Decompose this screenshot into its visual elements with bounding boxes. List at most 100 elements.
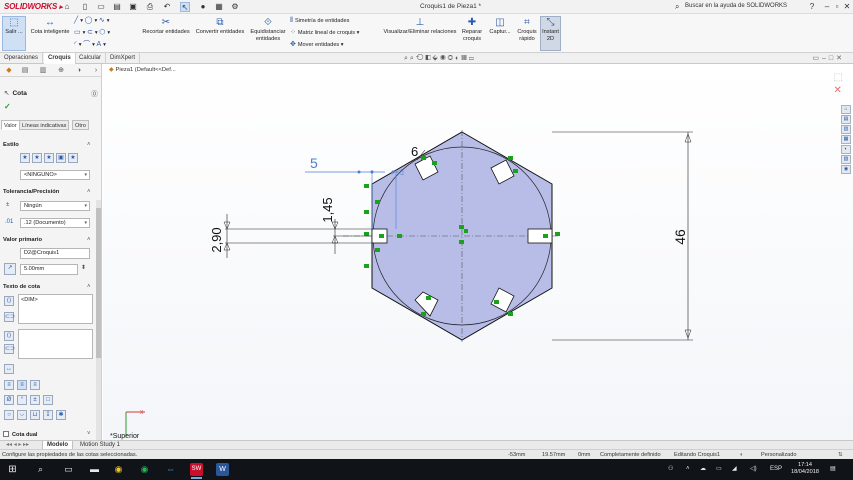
print-preview-icon[interactable]: ⎙ (145, 2, 155, 12)
section-view-icon[interactable]: ◧ (425, 55, 432, 62)
word-icon[interactable]: W (216, 463, 229, 476)
previous-view-icon[interactable]: ⟲ (416, 55, 426, 62)
ok-check-icon[interactable]: ✓ (4, 102, 11, 111)
help-question-icon[interactable]: ? (806, 1, 818, 13)
rectangle-tool[interactable]: ▭ ▾ ⊂ ▾ ⬡ ▾ (74, 29, 110, 37)
precision-dropdown[interactable]: .12 (Documento) ▾ (20, 218, 90, 228)
cota-dual-checkbox[interactable]: Cota dual (3, 431, 37, 438)
counterbore-symbol-icon[interactable]: ⌵ (17, 410, 27, 420)
select-arrow-icon[interactable]: ↖ (180, 2, 190, 12)
dim-46-label[interactable]: 46 (672, 229, 688, 245)
dim-text-bottom-area[interactable] (18, 329, 93, 359)
arc-tool[interactable]: ◜ ▾ ⌒ ▾ A ▾ (74, 41, 106, 49)
capture-button[interactable]: ◫ Captur... (487, 17, 513, 36)
dim-text-top-area[interactable]: <DIM> (18, 294, 93, 324)
solidworks-logo[interactable]: SOLIDWORKS ▸ (4, 2, 63, 11)
move-entities-button[interactable]: ✥ Mover entidades ▾ (290, 41, 344, 49)
windows-start-icon[interactable]: ⊞ (6, 463, 19, 476)
depth-symbol-icon[interactable]: ↧ (43, 410, 53, 420)
more-symbols-icon[interactable]: ✱ (56, 410, 66, 420)
solidworks-taskbar-icon[interactable]: SW (190, 463, 203, 479)
tab-lineas-indicativas[interactable]: Líneas indicativas (19, 120, 70, 130)
dim-text-bottom-icon[interactable]: ⟨⟩ (4, 331, 14, 341)
centerline-symbol-icon[interactable]: ○ (4, 410, 14, 420)
chevron-up-icon[interactable]: ˄ (87, 189, 91, 195)
apply-style-icon[interactable]: ★ (20, 153, 30, 163)
tolerance-type-dropdown[interactable]: Ningún ▾ (20, 201, 90, 211)
view-settings-icon[interactable]: ▭ (469, 55, 476, 62)
spotify-icon[interactable]: ◉ (138, 463, 151, 476)
chrome-icon[interactable]: ◉ (112, 463, 125, 476)
help-circle-icon[interactable]: ⓪ (91, 89, 98, 99)
quick-sketch-button[interactable]: ⌗ Croquis rápido (515, 17, 539, 42)
save-icon[interactable]: ▣ (128, 2, 138, 12)
align-left-icon[interactable]: ≡ (4, 380, 14, 390)
battery-icon[interactable]: ▭ (716, 463, 722, 476)
add-style-icon[interactable]: ★ (32, 153, 42, 163)
trim-entities-button[interactable]: ✂ Recortar entidades (140, 17, 192, 36)
chevron-up-icon[interactable]: ˄ (87, 142, 91, 148)
clock[interactable]: 17:14 18/04/2018 (790, 462, 820, 476)
search-icon[interactable]: ⌕ (34, 463, 47, 476)
panel-expand-icon[interactable]: › (91, 66, 101, 75)
smart-dimension-button[interactable]: ↔ Cota inteligente (28, 17, 72, 36)
dim-6-label[interactable]: 6 (411, 144, 418, 159)
rebuild-icon[interactable]: ● (198, 2, 208, 12)
spin-arrows-icon[interactable]: ⬍ (81, 264, 86, 271)
justify-horizontal-icon[interactable]: ↔ (4, 364, 14, 374)
tab-calcular[interactable]: Calcular (75, 53, 107, 64)
volume-icon[interactable]: ◁) (750, 463, 757, 476)
reverse-direction-icon[interactable]: ↗ (4, 263, 16, 275)
heads-up-view-toolbar[interactable]: ⌕⌕⟲◧⬙◉◎◐▦▭ (404, 54, 476, 63)
network-icon[interactable]: ◢ (732, 463, 737, 476)
plus-minus-symbol-button[interactable]: ± (30, 395, 40, 405)
new-document-icon[interactable]: ▯ (80, 2, 90, 12)
convert-entities-button[interactable]: ⧉ Convertir entidades (193, 17, 247, 36)
task-view-icon[interactable]: ▭ (62, 463, 75, 476)
style-dropdown[interactable]: <NINGUNO> ▾ (20, 170, 90, 180)
onedrive-icon[interactable]: ☁ (700, 463, 706, 476)
document-window-controls[interactable]: ▭–□✕ (812, 54, 845, 62)
dim-text-link-icon[interactable]: ⊂⊃ (4, 312, 15, 322)
sketch-canvas[interactable]: 46 2,90 1,45 5 6 X *Superior (103, 64, 853, 440)
line-tool[interactable]: ╱ ▾ ◯ ▾ ∿ ▾ (74, 17, 110, 25)
options-gear-icon[interactable]: ⚙ (230, 2, 240, 12)
feature-manager-icon[interactable]: ◆ (4, 66, 14, 75)
dimension-value-field[interactable]: 5.00mm (20, 264, 78, 275)
tray-arrow-icon[interactable]: ˄ (686, 463, 690, 476)
degree-symbol-button[interactable]: ° (17, 395, 27, 405)
chevron-up-icon[interactable]: ˄ (87, 237, 91, 243)
dimxpert-manager-icon[interactable]: ⊕ (56, 66, 66, 75)
exit-sketch-button[interactable]: ⬚ Salir ... (2, 16, 26, 51)
open-folder-icon[interactable]: ▭ (96, 2, 106, 12)
spotface-symbol-icon[interactable]: ⊔ (30, 410, 40, 420)
chevron-down-icon[interactable]: ˅ (87, 431, 91, 437)
tab-valor[interactable]: Valor (1, 120, 20, 130)
dim-5-handle-mid[interactable] (370, 170, 374, 174)
panel-scroll-thumb[interactable] (96, 208, 101, 358)
display-manager-icon[interactable]: ◑ (74, 66, 84, 75)
input-language[interactable]: ESP (770, 463, 782, 476)
save-style-icon[interactable]: ▣ (56, 153, 66, 163)
dim-5-handle-right[interactable] (391, 170, 395, 174)
people-icon[interactable]: ⚇ (668, 463, 673, 476)
property-manager-icon[interactable]: ▤ (20, 66, 30, 75)
dim-text-top-icon[interactable]: ⟨⟩ (4, 296, 14, 306)
view-orientation-icon[interactable]: ⬙ (433, 55, 440, 62)
status-options-icon[interactable]: ⇅ (838, 451, 843, 459)
home-icon[interactable]: ⌂ (62, 2, 72, 12)
mirror-entities-button[interactable]: ⫴ Simetría de entidades (290, 17, 349, 25)
linear-pattern-button[interactable]: ⁘ Matriz lineal de croquis ▾ (290, 29, 359, 37)
dimension-name-field[interactable]: D2@Croquis1 (20, 248, 90, 259)
dim-text-bottom-link-icon[interactable]: ⊂⊃ (4, 344, 15, 354)
offset-entities-button[interactable]: ⟐ Equidistanciar entidades (248, 17, 288, 42)
dim-5-handle-left[interactable] (357, 170, 361, 174)
file-properties-icon[interactable]: ▦ (214, 2, 224, 12)
dim-145-label[interactable]: 1,45 (320, 197, 335, 222)
notifications-icon[interactable]: ▤ (830, 463, 836, 476)
print-icon[interactable]: ▤ (112, 2, 122, 12)
scene-icon[interactable]: ▦ (461, 55, 468, 62)
slot-right[interactable] (527, 228, 553, 244)
align-center-icon[interactable]: ≡ (17, 380, 27, 390)
close-button[interactable]: ✕ (841, 1, 853, 13)
